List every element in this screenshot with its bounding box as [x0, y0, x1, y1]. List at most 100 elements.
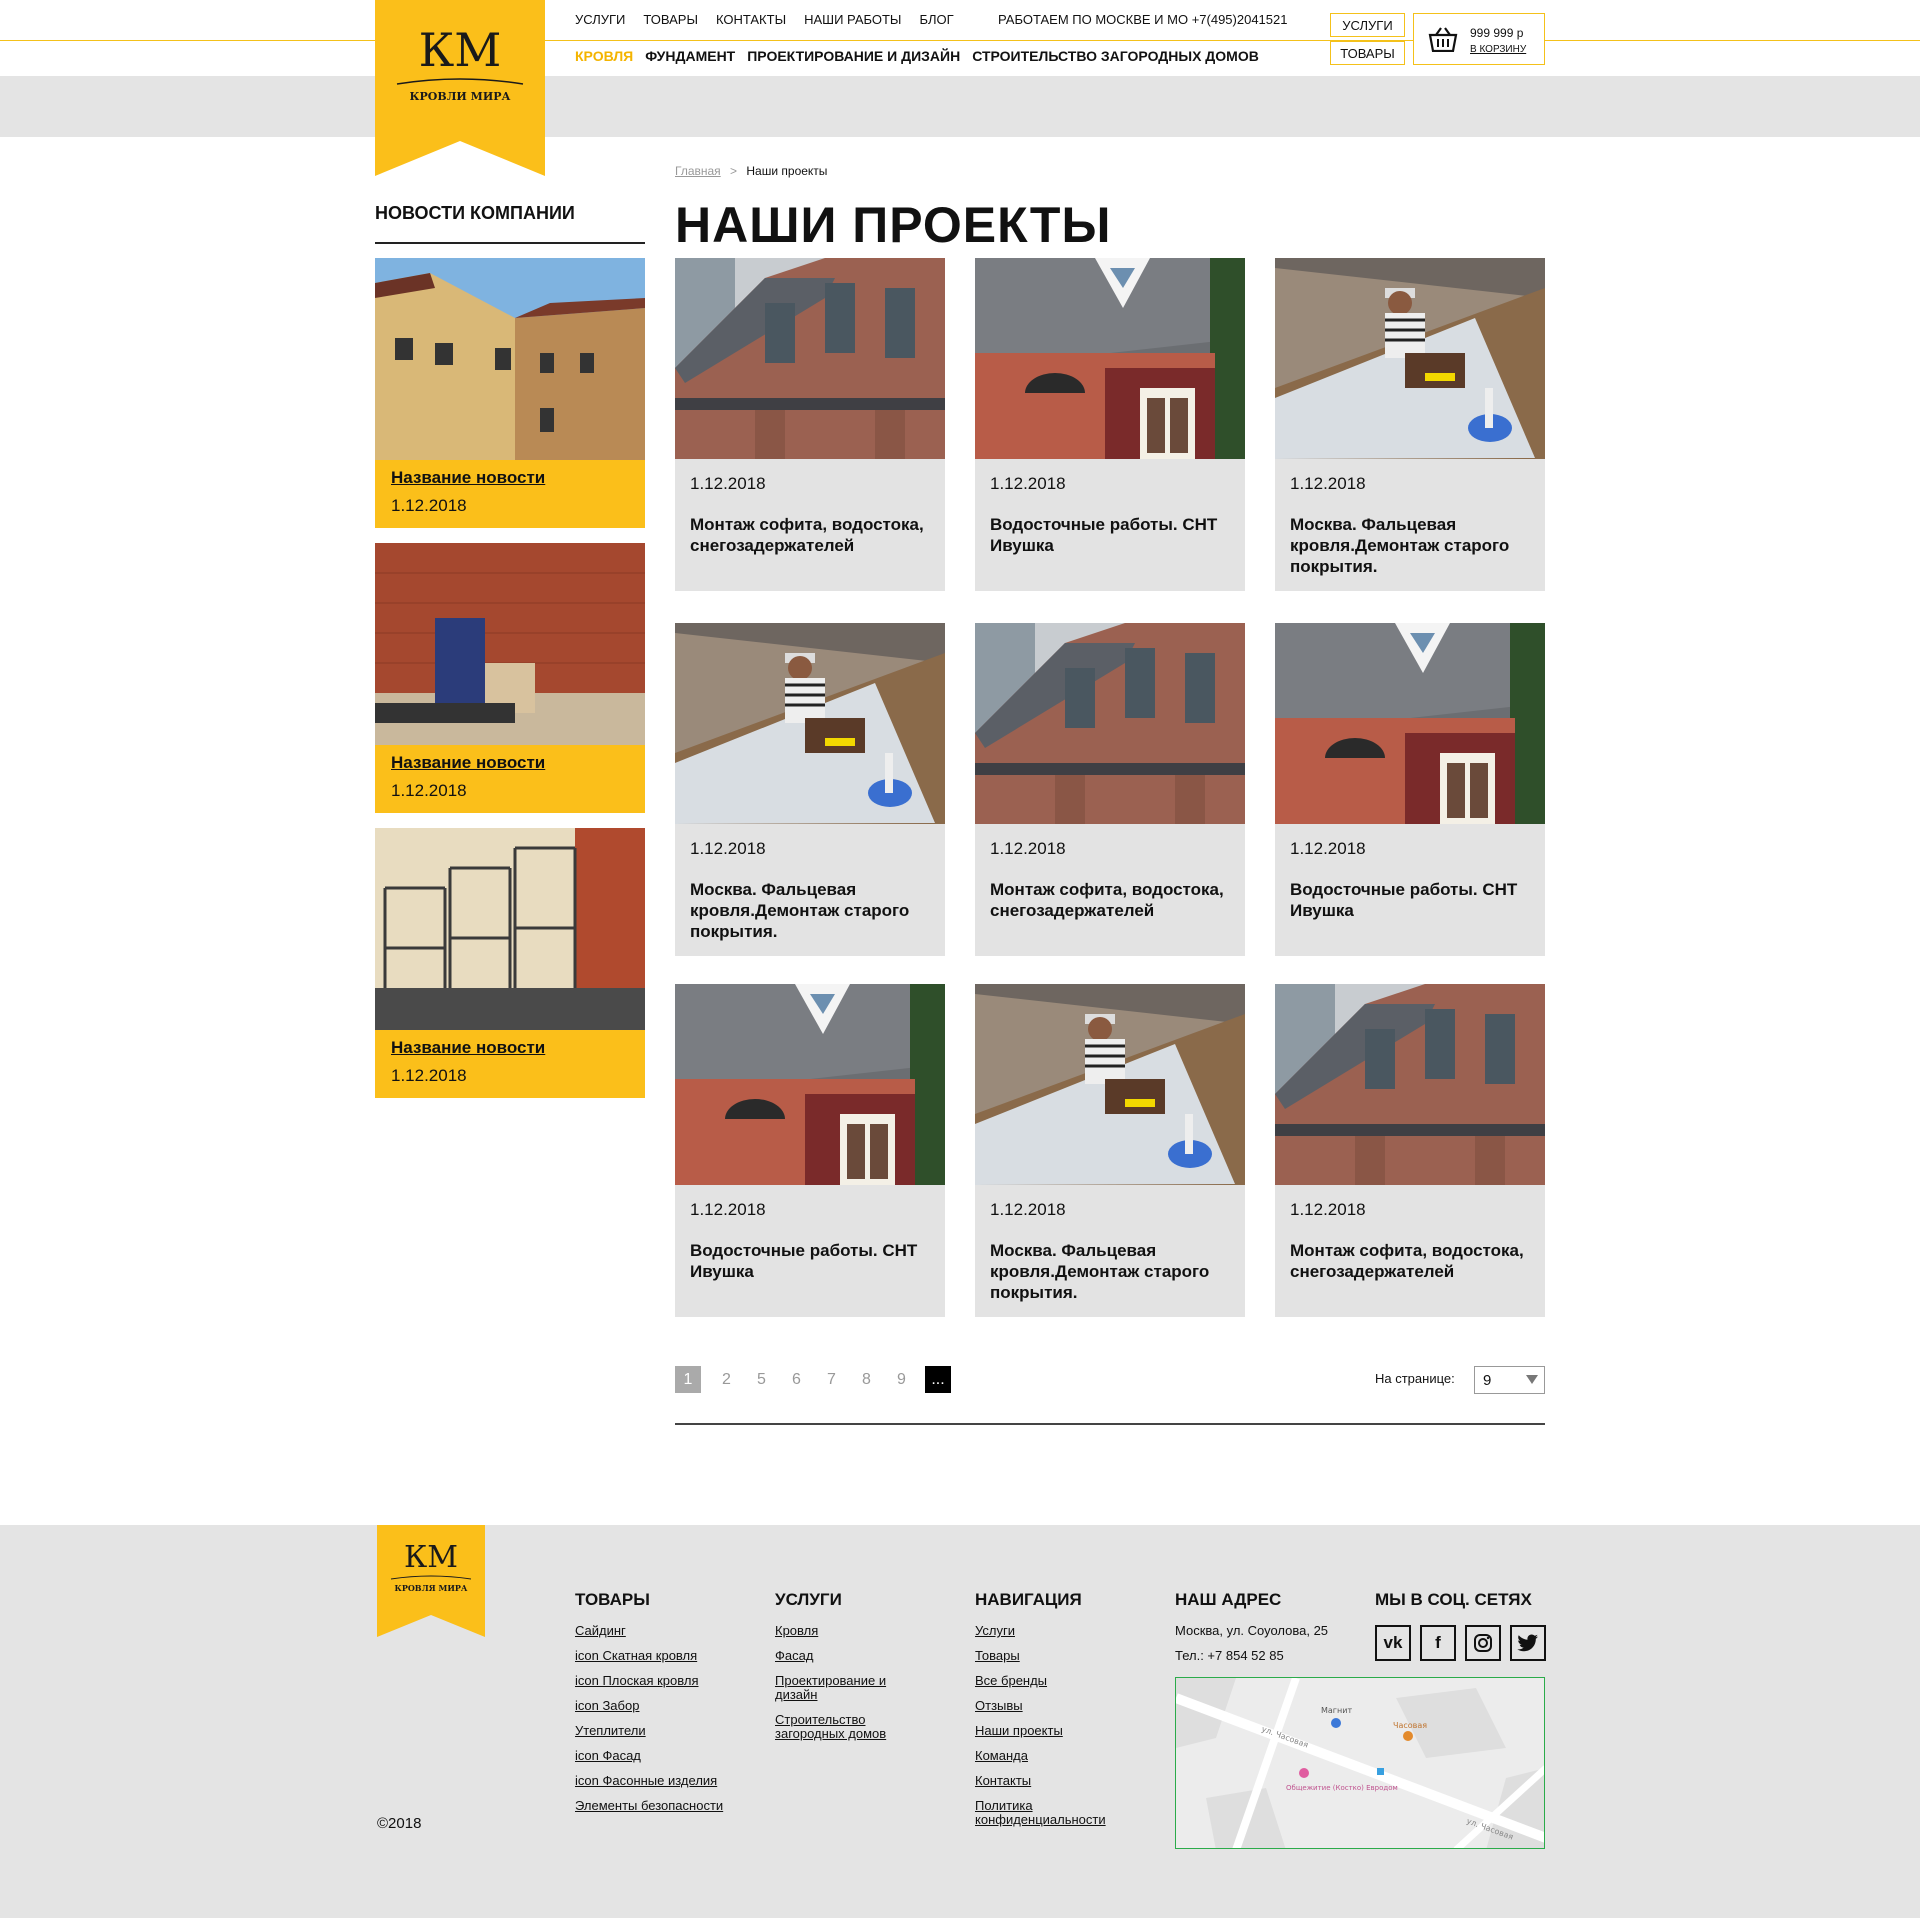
project-card[interactable]: 1.12.2018 Водосточные работы. СНТ Ивушка: [1275, 623, 1545, 956]
topnav-goods[interactable]: ТОВАРЫ: [643, 12, 698, 27]
page-7[interactable]: 7: [814, 1366, 849, 1393]
twitter-icon[interactable]: [1510, 1625, 1546, 1661]
project-card[interactable]: 1.12.2018 Москва. Фальцевая кровля.Демон…: [675, 623, 945, 956]
project-card[interactable]: 1.12.2018 Водосточные работы. СНТ Ивушка: [675, 984, 945, 1317]
footer-goods-title: ТОВАРЫ: [575, 1590, 650, 1609]
breadcrumb-home[interactable]: Главная: [675, 164, 721, 178]
news-title[interactable]: Название новости: [391, 753, 629, 773]
news-item[interactable]: Название новости 1.12.2018: [375, 828, 645, 1098]
location-map[interactable]: ул. Часовая ул. Часовая Магнит Часовая О…: [1175, 1677, 1545, 1849]
footer-link[interactable]: icon Забор: [575, 1699, 723, 1713]
news-date: 1.12.2018: [391, 1066, 467, 1085]
per-page-label: На странице:: [1375, 1371, 1455, 1386]
news-item[interactable]: Название новости 1.12.2018: [375, 258, 645, 528]
page-8[interactable]: 8: [849, 1366, 884, 1393]
project-title[interactable]: Монтаж софита, водостока, снегозадержате…: [1290, 1240, 1538, 1282]
page-more[interactable]: ...: [925, 1366, 951, 1393]
footer-navigation: НАВИГАЦИЯ Услуги Товары Все бренды Отзыв…: [975, 1590, 1125, 1838]
map-label-hostel: Общежитие (Костко) Евродом: [1286, 1784, 1398, 1792]
news-title[interactable]: Название новости: [391, 468, 629, 488]
news-section-title: НОВОСТИ КОМПАНИИ: [375, 203, 575, 223]
footer-link[interactable]: Кровля: [775, 1624, 925, 1638]
project-card[interactable]: 1.12.2018 Монтаж софита, водостока, снег…: [675, 258, 945, 591]
subnav-country-houses[interactable]: СТРОИТЕЛЬСТВО ЗАГОРОДНЫХ ДОМОВ: [972, 48, 1259, 64]
footer-link[interactable]: Услуги: [975, 1624, 1125, 1638]
subnav-design[interactable]: ПРОЕКТИРОВАНИЕ И ДИЗАЙН: [747, 48, 960, 64]
page-5[interactable]: 5: [744, 1366, 779, 1393]
project-date: 1.12.2018: [1290, 839, 1366, 858]
project-card[interactable]: 1.12.2018 Водосточные работы. СНТ Ивушка: [975, 258, 1245, 591]
project-title[interactable]: Монтаж софита, водостока, снегозадержате…: [690, 514, 938, 556]
topnav-blog[interactable]: БЛОГ: [919, 12, 953, 27]
footer-link[interactable]: Сайдинг: [575, 1624, 723, 1638]
subnav-foundation[interactable]: ФУНДАМЕНТ: [645, 48, 735, 64]
footer-logo[interactable]: КМ КРОВЛЯ МИРА: [377, 1525, 485, 1637]
footer-link[interactable]: Строительство загородных домов: [775, 1713, 925, 1741]
project-card[interactable]: 1.12.2018 Москва. Фальцевая кровля.Демон…: [1275, 258, 1545, 591]
page-6[interactable]: 6: [779, 1366, 814, 1393]
news-caption: Название новости 1.12.2018: [375, 1030, 645, 1098]
project-image: [975, 258, 1245, 459]
news-item[interactable]: Название новости 1.12.2018: [375, 543, 645, 813]
pagination: 1 2 5 6 7 8 9 ...: [675, 1366, 951, 1393]
project-title[interactable]: Водосточные работы. СНТ Ивушка: [990, 514, 1238, 556]
instagram-icon[interactable]: [1465, 1625, 1501, 1661]
goods-button[interactable]: ТОВАРЫ: [1330, 41, 1405, 65]
cart-widget[interactable]: 999 999 р В КОРЗИНУ: [1413, 13, 1545, 65]
footer-link[interactable]: Элементы безопасности: [575, 1799, 723, 1813]
project-card[interactable]: 1.12.2018 Москва. Фальцевая кровля.Демон…: [975, 984, 1245, 1317]
news-title[interactable]: Название новости: [391, 1038, 629, 1058]
footer-link[interactable]: Товары: [975, 1649, 1125, 1663]
footer-link[interactable]: Контакты: [975, 1774, 1125, 1788]
page-title: НАШИ ПРОЕКТЫ: [675, 197, 1112, 253]
topnav-services[interactable]: УСЛУГИ: [575, 12, 625, 27]
news-title-rule: [375, 242, 645, 244]
footer-link[interactable]: Проектирование и дизайн: [775, 1674, 925, 1702]
footer-link[interactable]: icon Фасонные изделия: [575, 1774, 723, 1788]
topnav-contacts[interactable]: КОНТАКТЫ: [716, 12, 786, 27]
project-title[interactable]: Водосточные работы. СНТ Ивушка: [690, 1240, 938, 1282]
news-caption: Название новости 1.12.2018: [375, 745, 645, 813]
sub-nav: КРОВЛЯ ФУНДАМЕНТ ПРОЕКТИРОВАНИЕ И ДИЗАЙН…: [575, 48, 1259, 64]
footer-link[interactable]: Команда: [975, 1749, 1125, 1763]
topnav-our-works[interactable]: НАШИ РАБОТЫ: [804, 12, 901, 27]
footer-link[interactable]: Наши проекты: [975, 1724, 1125, 1738]
facebook-icon[interactable]: f: [1420, 1625, 1456, 1661]
breadcrumb-separator: >: [730, 164, 738, 178]
address-line: Москва, ул. Соуолова, 25: [1175, 1623, 1329, 1638]
project-title[interactable]: Монтаж софита, водостока, снегозадержате…: [990, 879, 1238, 921]
footer-social-title: МЫ В СОЦ. СЕТЯХ: [1375, 1590, 1532, 1609]
cart-link[interactable]: В КОРЗИНУ: [1470, 44, 1526, 55]
footer-link[interactable]: Политика конфиденциальности: [975, 1799, 1125, 1827]
news-date: 1.12.2018: [391, 496, 467, 515]
per-page-select[interactable]: 9: [1474, 1366, 1545, 1394]
project-date: 1.12.2018: [990, 474, 1066, 493]
project-image: [975, 984, 1245, 1185]
top-nav: УСЛУГИ ТОВАРЫ КОНТАКТЫ НАШИ РАБОТЫ БЛОГ: [575, 12, 954, 27]
project-image: [675, 623, 945, 824]
project-title[interactable]: Москва. Фальцевая кровля.Демонтаж старог…: [990, 1240, 1238, 1303]
project-title[interactable]: Водосточные работы. СНТ Ивушка: [1290, 879, 1538, 921]
site-logo[interactable]: КМ КРОВЛИ МИРА: [375, 0, 545, 176]
vk-icon[interactable]: vk: [1375, 1625, 1411, 1661]
breadcrumb: Главная > Наши проекты: [675, 164, 827, 178]
footer-link[interactable]: Все бренды: [975, 1674, 1125, 1688]
footer-link[interactable]: Отзывы: [975, 1699, 1125, 1713]
footer-link[interactable]: Утеплители: [575, 1724, 723, 1738]
footer-link[interactable]: icon Скатная кровля: [575, 1649, 723, 1663]
footer-link[interactable]: icon Плоская кровля: [575, 1674, 723, 1688]
page-9[interactable]: 9: [884, 1366, 919, 1393]
footer-link[interactable]: icon Фасад: [575, 1749, 723, 1763]
subnav-roofing[interactable]: КРОВЛЯ: [575, 48, 633, 64]
footer-link[interactable]: Фасад: [775, 1649, 925, 1663]
project-card[interactable]: 1.12.2018 Монтаж софита, водостока, снег…: [1275, 984, 1545, 1317]
services-button[interactable]: УСЛУГИ: [1330, 13, 1405, 37]
footer-social: МЫ В СОЦ. СЕТЯХ: [1375, 1590, 1532, 1624]
project-card[interactable]: 1.12.2018 Монтаж софита, водостока, снег…: [975, 623, 1245, 956]
map-label-magnit: Магнит: [1321, 1706, 1352, 1715]
page-1[interactable]: 1: [675, 1366, 701, 1393]
project-title[interactable]: Москва. Фальцевая кровля.Демонтаж старог…: [690, 879, 938, 942]
per-page-value: 9: [1483, 1371, 1492, 1389]
page-2[interactable]: 2: [709, 1366, 744, 1393]
project-title[interactable]: Москва. Фальцевая кровля.Демонтаж старог…: [1290, 514, 1538, 577]
